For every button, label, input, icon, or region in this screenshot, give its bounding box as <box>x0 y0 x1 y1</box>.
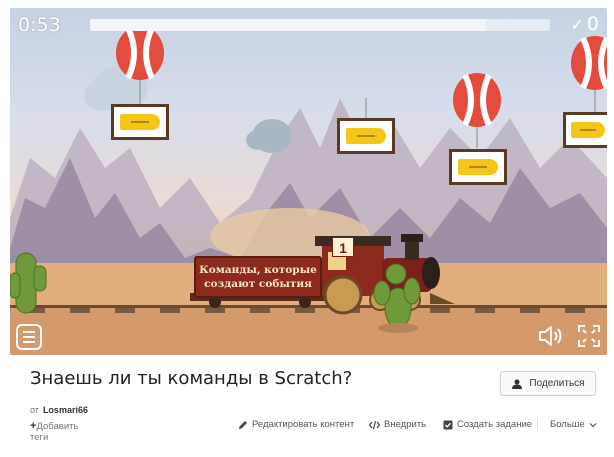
author-prefix: от <box>30 405 39 415</box>
desert-scene <box>10 26 607 355</box>
speaker-icon <box>539 326 562 346</box>
create-assignment-button[interactable]: Создать задание <box>443 419 532 430</box>
answer-sign-4[interactable] <box>563 112 607 148</box>
pencil-icon <box>239 420 247 429</box>
author-line: от Losmari66 <box>30 405 88 415</box>
scratch-block-icon <box>458 158 498 176</box>
embed-button[interactable]: Внедрить <box>369 419 426 430</box>
balloon-2 <box>453 73 501 148</box>
board-line-2: создают события <box>204 278 312 290</box>
more-dropdown[interactable]: Больше <box>550 419 597 430</box>
time-progress-fill <box>90 19 486 31</box>
add-tags-link[interactable]: +Добавить теги <box>30 421 100 444</box>
share-button[interactable]: Поделиться <box>500 371 596 396</box>
score-value: 0 <box>586 13 599 35</box>
embed-label: Внедрить <box>384 419 427 430</box>
activity-title: Знаешь ли ты команды в Scratch? <box>30 368 353 389</box>
answer-sign-1[interactable] <box>111 104 169 140</box>
board-line-1: Команды, которые <box>199 264 317 276</box>
edit-content-label: Редактировать контент <box>252 419 355 430</box>
timer: 0:53 <box>18 14 61 36</box>
answer-sign-2[interactable] <box>337 118 395 154</box>
check-icon: ✓ <box>570 14 584 34</box>
scratch-block-icon <box>120 113 160 131</box>
chevron-down-icon <box>589 422 597 427</box>
game-canvas[interactable]: 0:53 ✓ 0 Команды, которые создают событи… <box>10 8 607 355</box>
hamburger-icon <box>23 331 35 333</box>
answer-sign-3[interactable] <box>449 149 507 185</box>
scratch-block-icon <box>571 121 605 139</box>
train-question-board: Команды, которые создают события <box>194 256 322 298</box>
share-label: Поделиться <box>529 378 585 389</box>
toolbar-divider <box>537 417 538 431</box>
locomotive-number: 1 <box>332 237 354 257</box>
code-icon <box>369 420 380 429</box>
menu-button[interactable] <box>16 324 42 350</box>
person-share-icon <box>512 379 523 389</box>
checkbox-icon <box>443 420 453 429</box>
add-tags-line-2: теги <box>30 432 49 443</box>
author-link[interactable]: Losmari66 <box>43 405 88 415</box>
fullscreen-button[interactable] <box>577 324 601 348</box>
more-label: Больше <box>550 419 585 430</box>
fullscreen-icon <box>578 325 600 347</box>
balloon-3 <box>571 36 607 112</box>
score-counter: ✓ 0 <box>571 13 600 35</box>
create-assignment-label: Создать задание <box>457 419 533 430</box>
edit-content-button[interactable]: Редактировать контент <box>238 419 354 430</box>
scratch-block-icon <box>346 127 386 145</box>
add-tags-line-1: Добавить <box>36 421 79 432</box>
sound-button[interactable] <box>537 324 565 348</box>
time-progress-bar <box>90 19 550 31</box>
